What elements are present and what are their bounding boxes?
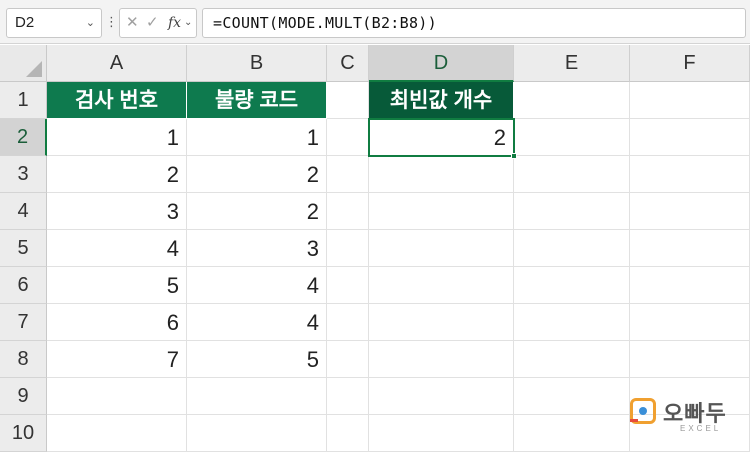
- cell-f7[interactable]: [630, 304, 750, 341]
- cell-e6[interactable]: [514, 267, 630, 304]
- cell-e4[interactable]: [514, 193, 630, 230]
- cell-f2[interactable]: [630, 119, 750, 156]
- cell-e3[interactable]: [514, 156, 630, 193]
- row-header-2[interactable]: 2: [0, 119, 47, 156]
- formula-input[interactable]: =COUNT(MODE.MULT(B2:B8)): [202, 8, 746, 38]
- cell-f1[interactable]: [630, 82, 750, 119]
- cell-b6[interactable]: 4: [187, 267, 327, 304]
- cell-a5[interactable]: 4: [47, 230, 187, 267]
- cell-b10[interactable]: [187, 415, 327, 452]
- cell-f5[interactable]: [630, 230, 750, 267]
- row-header-7[interactable]: 7: [0, 304, 47, 341]
- cell-d6[interactable]: [369, 267, 514, 304]
- cell-e9[interactable]: [514, 378, 630, 415]
- cell-d9[interactable]: [369, 378, 514, 415]
- row-header-5[interactable]: 5: [0, 230, 47, 267]
- enter-check-icon[interactable]: ✓: [146, 9, 159, 37]
- formula-bar: D2 ⌄ ⋮ ✕ ✓ fx ⌄ =COUNT(MODE.MULT(B2:B8)): [0, 0, 750, 44]
- cell-e8[interactable]: [514, 341, 630, 378]
- chevron-down-icon[interactable]: ⌄: [86, 9, 95, 37]
- cell-a6[interactable]: 5: [47, 267, 187, 304]
- name-box[interactable]: D2 ⌄: [6, 8, 102, 38]
- cell-a2[interactable]: 1: [47, 119, 187, 156]
- cell-d5[interactable]: [369, 230, 514, 267]
- cell-e2[interactable]: [514, 119, 630, 156]
- cell-f3[interactable]: [630, 156, 750, 193]
- cell-b3[interactable]: 2: [187, 156, 327, 193]
- column-header-d[interactable]: D: [369, 45, 514, 82]
- cell-c5[interactable]: [327, 230, 369, 267]
- column-header-c[interactable]: C: [327, 45, 369, 82]
- cell-c7[interactable]: [327, 304, 369, 341]
- cell-a4[interactable]: 3: [47, 193, 187, 230]
- column-header-e[interactable]: E: [514, 45, 630, 82]
- cell-b8[interactable]: 5: [187, 341, 327, 378]
- cell-b4[interactable]: 2: [187, 193, 327, 230]
- cell-b2[interactable]: 1: [187, 119, 327, 156]
- cell-c4[interactable]: [327, 193, 369, 230]
- cell-d3[interactable]: [369, 156, 514, 193]
- cell-f4[interactable]: [630, 193, 750, 230]
- select-all-triangle-icon: [26, 61, 42, 77]
- column-header-f[interactable]: F: [630, 45, 750, 82]
- cell-e7[interactable]: [514, 304, 630, 341]
- row-header-1[interactable]: 1: [0, 82, 47, 119]
- cell-d7[interactable]: [369, 304, 514, 341]
- fill-handle[interactable]: [511, 153, 517, 159]
- cell-b5[interactable]: 3: [187, 230, 327, 267]
- row-header-4[interactable]: 4: [0, 193, 47, 230]
- cell-d4[interactable]: [369, 193, 514, 230]
- oppadu-logo: 오빠두 EXCEL: [630, 396, 734, 442]
- cell-d8[interactable]: [369, 341, 514, 378]
- cell-a7[interactable]: 6: [47, 304, 187, 341]
- cell-a9[interactable]: [47, 378, 187, 415]
- cell-b9[interactable]: [187, 378, 327, 415]
- cell-a1[interactable]: 검사 번호: [47, 82, 187, 119]
- cell-e10[interactable]: [514, 415, 630, 452]
- cell-c2[interactable]: [327, 119, 369, 156]
- chevron-down-icon[interactable]: ⌄: [184, 9, 192, 37]
- insert-function-icon[interactable]: fx: [168, 9, 181, 37]
- cell-c3[interactable]: [327, 156, 369, 193]
- column-header-a[interactable]: A: [47, 45, 187, 82]
- cell-c1[interactable]: [327, 82, 369, 119]
- row-header-9[interactable]: 9: [0, 378, 47, 415]
- cell-a10[interactable]: [47, 415, 187, 452]
- cell-a8[interactable]: 7: [47, 341, 187, 378]
- formula-actions: ✕ ✓ fx ⌄: [119, 8, 197, 38]
- cell-d2[interactable]: 2: [368, 118, 517, 159]
- logo-sub: EXCEL: [680, 424, 722, 433]
- cell-f8[interactable]: [630, 341, 750, 378]
- logo-mark-icon: [630, 398, 656, 424]
- row-header-8[interactable]: 8: [0, 341, 47, 378]
- cell-e5[interactable]: [514, 230, 630, 267]
- cancel-icon[interactable]: ✕: [126, 9, 139, 37]
- cell-e1[interactable]: [514, 82, 630, 119]
- cell-d1[interactable]: 최빈값 개수: [369, 82, 514, 119]
- cell-b7[interactable]: 4: [187, 304, 327, 341]
- row-header-6[interactable]: 6: [0, 267, 47, 304]
- cell-f6[interactable]: [630, 267, 750, 304]
- more-options-icon[interactable]: ⋮: [105, 12, 118, 34]
- row-header-10[interactable]: 10: [0, 415, 47, 452]
- select-all-button[interactable]: [0, 45, 47, 82]
- column-header-b[interactable]: B: [187, 45, 327, 82]
- cell-b1[interactable]: 불량 코드: [187, 82, 327, 119]
- cell-c8[interactable]: [327, 341, 369, 378]
- cell-a3[interactable]: 2: [47, 156, 187, 193]
- cell-c9[interactable]: [327, 378, 369, 415]
- cell-c10[interactable]: [327, 415, 369, 452]
- row-header-3[interactable]: 3: [0, 156, 47, 193]
- name-box-value: D2: [15, 14, 35, 31]
- cell-d10[interactable]: [369, 415, 514, 452]
- cell-c6[interactable]: [327, 267, 369, 304]
